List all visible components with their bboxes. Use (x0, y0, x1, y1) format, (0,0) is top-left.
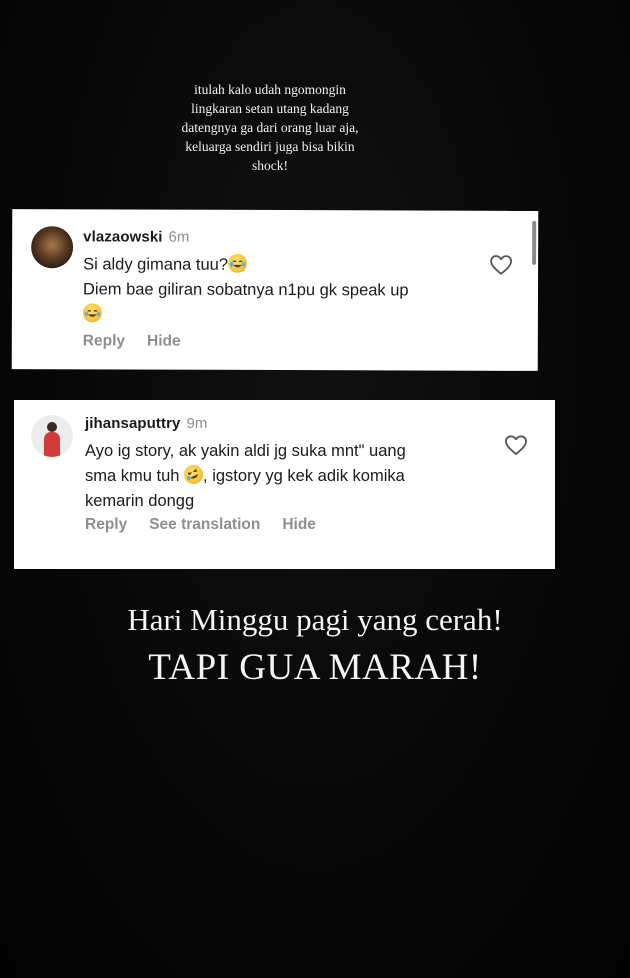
comment-line: , igstory yg kek adik komika (203, 467, 405, 485)
story-background: itulah kalo udah ngomongin lingkaran set… (0, 0, 630, 978)
reply-button[interactable]: Reply (83, 332, 125, 350)
story-caption-line: Hari Minggu pagi yang cerah! (127, 602, 503, 637)
avatar[interactable] (31, 415, 73, 457)
comment-timestamp: 6m (168, 228, 190, 246)
comment-timestamp: 9m (186, 415, 208, 432)
comment-body: Ayo ig story, ak yakin aldi jg suka mnt"… (85, 439, 505, 514)
hide-button[interactable]: Hide (282, 516, 316, 534)
hide-button[interactable]: Hide (147, 333, 181, 351)
comment-card-vlazaowski: vlazaowski 6m Si aldy gimana tuu? Diem b… (11, 209, 539, 371)
comment-line: kemarin dongg (85, 492, 195, 510)
comment-header: vlazaowski 6m (83, 228, 189, 245)
avatar[interactable] (31, 226, 74, 269)
reply-button[interactable]: Reply (85, 516, 127, 534)
avatar-figure-body (44, 432, 60, 457)
comment-username[interactable]: vlazaowski (83, 228, 162, 245)
face-with-tears-of-joy-icon (227, 253, 248, 273)
see-translation-button[interactable]: See translation (149, 516, 260, 534)
heart-outline-icon[interactable] (504, 434, 528, 456)
heart-outline-icon[interactable] (489, 254, 513, 276)
comment-username[interactable]: jihansaputtry (85, 415, 180, 432)
comment-line: Si aldy gimana tuu? (83, 255, 229, 274)
story-caption-headline: TAPI GUA MARAH! (148, 647, 482, 688)
comment-line: sma kmu tuh (85, 467, 185, 485)
story-top-caption: itulah kalo udah ngomongin lingkaran set… (181, 82, 359, 173)
face-with-tears-of-joy-icon (82, 303, 102, 323)
comment-card-jihansaputtry: jihansaputtry 9m Ayo ig story, ak yakin … (14, 400, 555, 569)
comment-body: Si aldy gimana tuu? Diem bae giliran sob… (82, 252, 483, 328)
comment-line: Ayo ig story, ak yakin aldi jg suka mnt"… (85, 442, 406, 460)
comment-header: jihansaputtry 9m (85, 415, 207, 432)
comment-actions: Reply See translation Hide (85, 516, 338, 534)
avatar-figure-head (47, 422, 57, 432)
comment-line: Diem bae giliran sobatnya n1pu gk speak … (82, 280, 409, 300)
scrollbar[interactable] (532, 220, 537, 265)
comment-actions: Reply Hide (83, 332, 203, 350)
